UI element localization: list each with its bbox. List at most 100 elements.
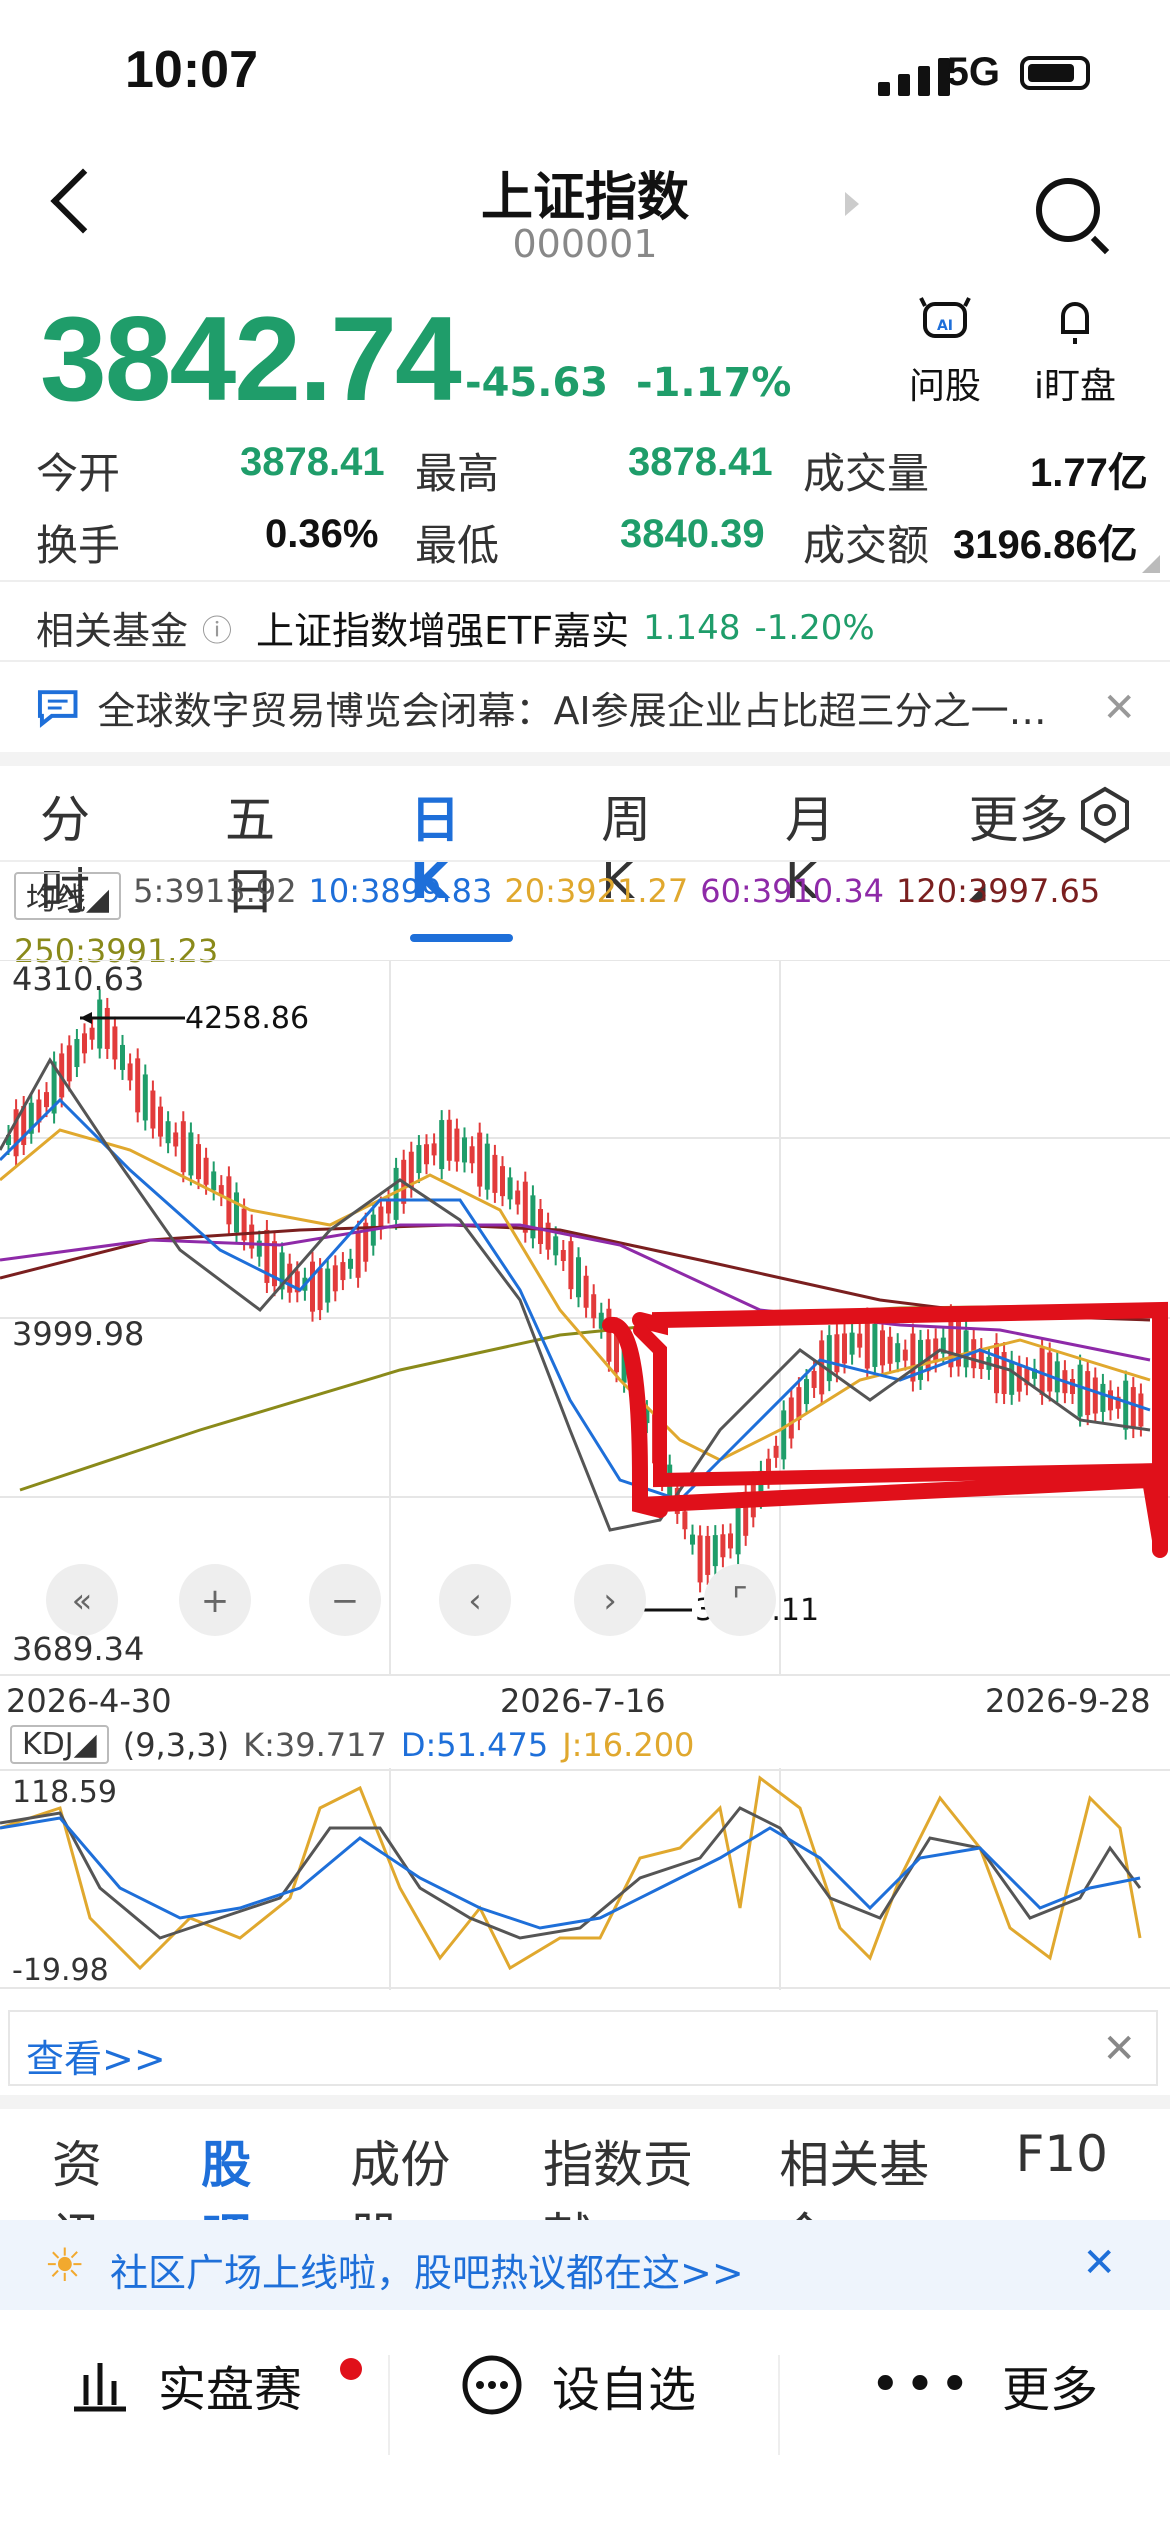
add-watchlist-button[interactable]: 设自选 bbox=[460, 2350, 696, 2420]
sun-icon: ☀ bbox=[44, 2238, 86, 2292]
change-value: -45.63 bbox=[465, 360, 609, 406]
candle bbox=[500, 1166, 505, 1197]
more-dots-icon: ••• bbox=[870, 2355, 975, 2415]
candle bbox=[241, 1208, 247, 1241]
high-annotation: 4258.86 bbox=[185, 1001, 309, 1036]
candle bbox=[864, 1317, 870, 1369]
candle bbox=[553, 1236, 559, 1256]
open-value: 3878.41 bbox=[240, 440, 385, 484]
contest-button[interactable]: 实盘赛 bbox=[70, 2350, 302, 2420]
settings-icon[interactable] bbox=[1075, 785, 1135, 845]
kdj-k-line bbox=[0, 1806, 1142, 1940]
candle bbox=[1009, 1360, 1015, 1395]
candle bbox=[690, 1534, 695, 1545]
candle bbox=[180, 1121, 186, 1173]
fund-name: 上证指数增强ETF嘉实 bbox=[256, 609, 630, 653]
turnover-value: 0.36% bbox=[265, 512, 379, 556]
info-icon[interactable]: ⓘ bbox=[202, 606, 232, 650]
candle bbox=[591, 1294, 597, 1319]
x-label-mid: 2026-7-16 bbox=[500, 1682, 666, 1720]
divider bbox=[0, 860, 1170, 862]
kdj-chart[interactable]: 118.59 -19.98 bbox=[0, 1768, 1170, 1993]
expand-corner-icon[interactable] bbox=[1142, 555, 1160, 573]
candle bbox=[1108, 1390, 1113, 1411]
candle bbox=[560, 1250, 566, 1262]
divider bbox=[388, 2355, 390, 2455]
ai-badge: AI bbox=[937, 318, 953, 334]
candle bbox=[804, 1379, 809, 1405]
candle bbox=[963, 1330, 969, 1368]
search-icon[interactable] bbox=[1036, 178, 1100, 242]
candle bbox=[880, 1330, 885, 1366]
close-icon[interactable]: ✕ bbox=[1102, 685, 1136, 731]
more-label: 更多 bbox=[1002, 2362, 1099, 2418]
robot-icon: AI bbox=[919, 297, 971, 338]
kdj-k: K:39.717 bbox=[243, 1725, 387, 1764]
candle bbox=[720, 1534, 726, 1558]
candle bbox=[705, 1535, 711, 1575]
candle bbox=[857, 1333, 863, 1348]
candle bbox=[127, 1063, 133, 1081]
candle bbox=[1092, 1377, 1098, 1414]
candle bbox=[462, 1137, 467, 1163]
candle bbox=[1085, 1371, 1091, 1416]
candle bbox=[515, 1190, 521, 1205]
candle bbox=[1077, 1364, 1083, 1417]
ma60-line bbox=[0, 1223, 1151, 1362]
high-value: 3878.41 bbox=[628, 440, 773, 484]
community-banner[interactable]: ☀ 社区广场上线啦，股吧热议都在这>> ✕ bbox=[0, 2220, 1170, 2310]
watch-button[interactable]: i盯盘 bbox=[1020, 292, 1130, 409]
kdj-chip[interactable]: KDJ◢ bbox=[10, 1725, 109, 1764]
y-label-mid: 3999.98 bbox=[12, 1315, 144, 1353]
candle bbox=[682, 1511, 688, 1530]
more-button[interactable]: ••• 更多 bbox=[870, 2350, 1098, 2420]
related-fund-row[interactable]: 相关基金 ⓘ 上证指数增强ETF嘉实 1.148 -1.20% bbox=[36, 600, 875, 655]
low-value: 3840.39 bbox=[620, 512, 765, 556]
news-ticker[interactable]: 全球数字贸易博览会闭幕：AI参展企业占比超三分之一… ✕ bbox=[36, 680, 1136, 735]
ma-chip-label: 均线 bbox=[26, 882, 86, 917]
candle bbox=[104, 1007, 110, 1049]
x-label-end: 2026-9-28 bbox=[985, 1682, 1151, 1720]
candle bbox=[44, 1092, 49, 1108]
candle bbox=[150, 1090, 156, 1129]
candle bbox=[1130, 1387, 1136, 1429]
close-icon[interactable]: ✕ bbox=[1082, 2240, 1116, 2286]
candle bbox=[446, 1119, 452, 1161]
candle bbox=[469, 1146, 475, 1164]
view-bar[interactable]: 查看>> ✕ bbox=[8, 2010, 1158, 2086]
kdj-legend: KDJ◢ (9,3,3) K:39.717 D:51.475 J:16.200 bbox=[10, 1725, 694, 1764]
candle bbox=[576, 1257, 581, 1298]
candle bbox=[340, 1262, 346, 1281]
next-arrow-icon[interactable] bbox=[845, 192, 859, 216]
candle bbox=[135, 1058, 141, 1113]
watch-label: i盯盘 bbox=[1033, 366, 1116, 407]
kline-chart[interactable]: 4258.86 3741.11 4310.63 3999.98 3689.34 … bbox=[0, 960, 1170, 1680]
candle bbox=[120, 1044, 125, 1070]
news-text: 全球数字贸易博览会闭幕：AI参展企业占比超三分之一… bbox=[97, 689, 1047, 733]
candle bbox=[317, 1268, 323, 1311]
candle bbox=[332, 1265, 338, 1292]
ma20: 20:3921.27 bbox=[504, 872, 689, 910]
ma5: 5:3913.92 bbox=[133, 872, 297, 910]
candle bbox=[188, 1132, 194, 1176]
candle bbox=[424, 1144, 429, 1165]
stock-code: 000001 bbox=[512, 222, 658, 266]
view-link[interactable]: 查看>> bbox=[26, 2028, 166, 2083]
ma-chip[interactable]: 均线◢ bbox=[14, 872, 122, 920]
candle bbox=[834, 1334, 840, 1373]
candle bbox=[203, 1157, 209, 1185]
fund-label: 相关基金 bbox=[36, 609, 189, 653]
candle bbox=[606, 1308, 612, 1362]
kdj-j: J:16.200 bbox=[562, 1725, 695, 1764]
candle bbox=[454, 1128, 460, 1162]
candle bbox=[66, 1045, 72, 1082]
candle bbox=[97, 999, 103, 1049]
candle bbox=[1070, 1379, 1075, 1395]
close-icon[interactable]: ✕ bbox=[1102, 2026, 1136, 2072]
candle bbox=[142, 1074, 148, 1121]
ask-stock-button[interactable]: AI 问股 bbox=[890, 292, 1000, 409]
ma5-line bbox=[0, 1057, 1151, 1532]
candle bbox=[1123, 1380, 1129, 1430]
candle bbox=[165, 1121, 171, 1144]
candle bbox=[439, 1120, 445, 1170]
